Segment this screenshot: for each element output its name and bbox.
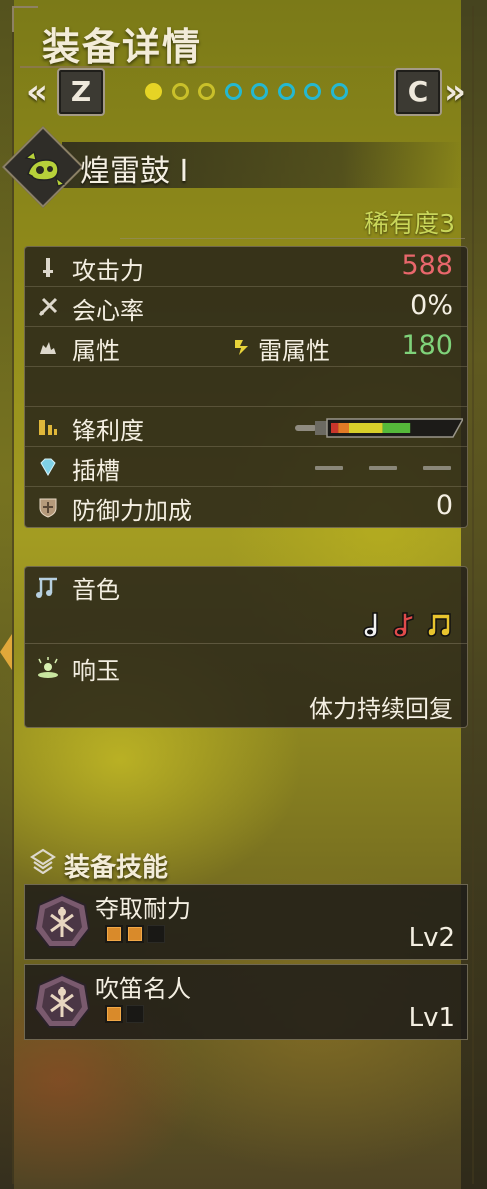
attack-icon (43, 258, 53, 277)
frame-corner (12, 6, 38, 32)
element-label: 属性 (72, 337, 120, 365)
skill-level-pips (105, 925, 168, 943)
sharpness-icon (39, 420, 57, 435)
page-dot[interactable] (330, 83, 348, 100)
rarity-label: 稀有度3 (364, 209, 455, 238)
element-icon (40, 342, 56, 354)
next-chevron-icon[interactable]: » (444, 72, 466, 112)
element-value: 180 (401, 330, 453, 361)
slots-row[interactable]: 插槽 (25, 447, 467, 487)
prev-chevron-icon[interactable]: « (26, 72, 48, 112)
page-dot[interactable] (145, 83, 162, 100)
melody-divider (25, 643, 467, 644)
sharpness-segment (349, 423, 383, 433)
sharpness-segment (338, 423, 349, 433)
defense-icon (39, 498, 57, 518)
echo-value: 体力持续回复 (309, 695, 453, 723)
gem-slot-icon (40, 458, 56, 476)
weapon-name: 煌雷鼓 I (80, 154, 189, 189)
skill-name: 吹笛名人 (95, 975, 191, 1003)
echo-gem-icon (38, 657, 58, 678)
skill-pip-filled (126, 925, 144, 943)
skill-level: Lv2 (408, 923, 455, 953)
sharpness-segment (331, 423, 339, 433)
skill-item[interactable]: 吹笛名人 Lv1 (24, 964, 468, 1040)
element-row[interactable]: 属性 雷属性 180 (25, 327, 467, 367)
skill-level-pips (105, 1005, 147, 1023)
skill-level: Lv1 (408, 1003, 455, 1033)
slot-3-empty (423, 466, 451, 470)
skill-pip-empty (147, 925, 165, 943)
empty-row (25, 367, 467, 407)
skill-pip-filled (105, 925, 123, 943)
skills-icon (30, 848, 56, 874)
page-dot[interactable] (198, 83, 215, 100)
page-dot[interactable] (171, 83, 189, 100)
yellow-double-note-icon (427, 613, 451, 637)
left-edge-arrow-icon[interactable] (0, 630, 14, 674)
slot-1-empty (315, 466, 343, 470)
stats-card: 攻击力 588 会心率 0% 属性 雷属性 180 锋利度 插槽 防御力加成 0 (24, 246, 468, 528)
defense-bonus-value: 0 (435, 490, 453, 521)
sharpness-row[interactable]: 锋利度 (25, 407, 467, 447)
sharpness-gauge (295, 418, 463, 438)
prev-key-button[interactable]: Z (57, 68, 105, 116)
slots-label: 插槽 (72, 457, 120, 485)
skill-name: 夺取耐力 (95, 895, 191, 923)
skills-header: 装备技能 (64, 853, 169, 883)
skill-pip-empty (126, 1005, 144, 1023)
attack-row[interactable]: 攻击力 588 (25, 247, 467, 287)
thunder-element-icon (235, 340, 248, 355)
red-note-icon (393, 612, 414, 638)
page-dot[interactable] (224, 83, 242, 100)
attack-value: 588 (401, 250, 453, 281)
defense-bonus-row[interactable]: 防御力加成 0 (25, 487, 467, 527)
melody-notes-label: 音色 (72, 576, 120, 604)
white-note-icon (363, 612, 378, 638)
next-key-button[interactable]: C (394, 68, 442, 116)
affinity-label: 会心率 (72, 297, 144, 325)
defense-bonus-label: 防御力加成 (72, 497, 192, 525)
affinity-icon (38, 297, 58, 317)
skill-pip-filled (105, 1005, 123, 1023)
page-dot[interactable] (277, 83, 295, 100)
page-indicator (145, 83, 357, 100)
melody-icon (36, 577, 57, 598)
rarity-divider (120, 238, 465, 239)
slot-2-empty (369, 466, 397, 470)
page-dot[interactable] (304, 83, 321, 100)
attack-label: 攻击力 (72, 257, 144, 285)
echo-label: 响玉 (72, 657, 120, 685)
page-dot[interactable] (251, 83, 268, 100)
affinity-value: 0% (410, 290, 453, 321)
sharpness-label: 锋利度 (72, 417, 144, 445)
stamina-thief-skill-icon (33, 893, 91, 948)
skill-item[interactable]: 夺取耐力 Lv2 (24, 884, 468, 960)
hunting-horn-icon (24, 150, 66, 187)
affinity-row[interactable]: 会心率 0% (25, 287, 467, 327)
element-type: 雷属性 (258, 337, 330, 365)
page-title: 装备详情 (42, 25, 203, 69)
sharpness-segment (382, 423, 411, 433)
horn-maestro-skill-icon (33, 973, 91, 1028)
melody-card: 音色 响玉 体力持续回复 (24, 566, 468, 728)
